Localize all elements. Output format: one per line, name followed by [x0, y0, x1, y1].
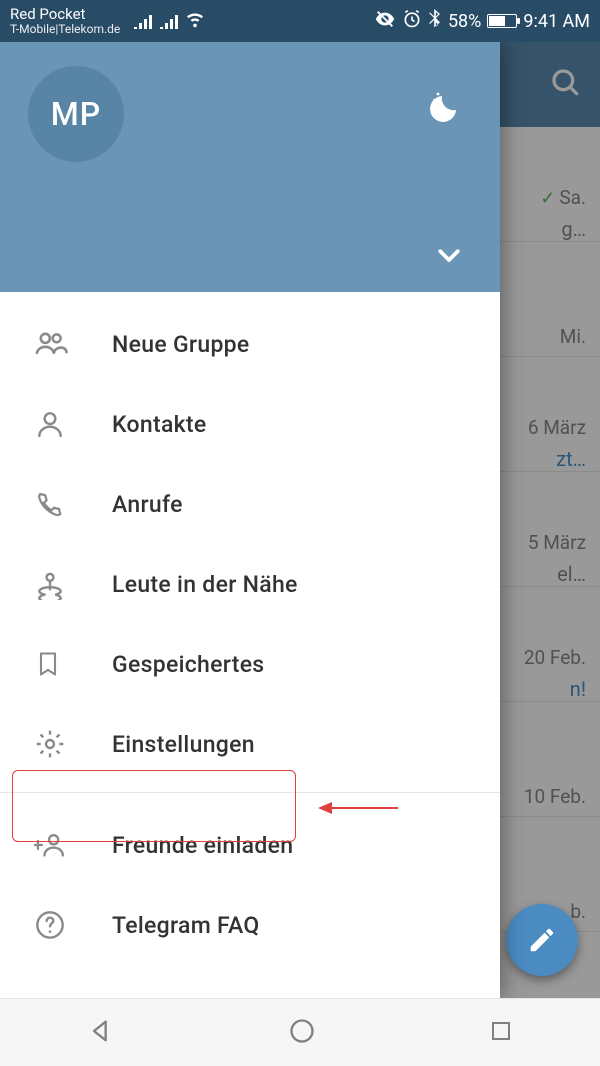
call-icon: [34, 489, 112, 519]
nav-back-icon[interactable]: [87, 1017, 115, 1049]
help-icon: [34, 909, 112, 941]
drawer-item-label: Freunde einladen: [112, 832, 293, 859]
drawer-item-nearby[interactable]: Leute in der Nähe: [0, 544, 500, 624]
pencil-icon: [527, 925, 557, 955]
drawer-item-call[interactable]: Anrufe: [0, 464, 500, 544]
status-bar: Red Pocket T-Mobile|Telekom.de 58% 9:41 …: [0, 0, 600, 42]
drawer-item-label: Einstellungen: [112, 731, 255, 758]
wifi-icon: [186, 13, 206, 29]
drawer-item-label: Telegram FAQ: [112, 912, 260, 939]
contact-icon: [34, 408, 112, 440]
nav-recent-icon[interactable]: [489, 1019, 513, 1047]
nav-home-icon[interactable]: [288, 1017, 316, 1049]
navigation-drawer: MP Neue Gruppe Kontakte Anrufe Leute in der…: [0, 42, 500, 998]
battery-pct: 58%: [448, 11, 481, 32]
android-navbar: [0, 998, 600, 1066]
bluetooth-icon: [428, 9, 442, 34]
invite-icon: [34, 829, 112, 861]
drawer-item-label: Leute in der Nähe: [112, 571, 298, 598]
drawer-item-bookmark[interactable]: Gespeichertes: [0, 624, 500, 704]
status-time: 9:41 AM: [523, 11, 590, 32]
drawer-item-settings[interactable]: Einstellungen: [0, 704, 500, 784]
group-icon: [34, 327, 112, 361]
drawer-item-label: Kontakte: [112, 411, 207, 438]
avatar-initials: MP: [51, 95, 101, 133]
alarm-icon: [402, 9, 422, 34]
carrier-2: T-Mobile|Telekom.de: [10, 23, 120, 36]
drawer-item-label: Anrufe: [112, 491, 183, 518]
nearby-icon: [34, 568, 112, 600]
battery-icon: [487, 14, 517, 28]
compose-fab[interactable]: [506, 904, 578, 976]
annotation-arrow: [318, 800, 398, 820]
drawer-divider: [0, 792, 500, 793]
account-chevron-icon[interactable]: [434, 240, 464, 274]
night-mode-icon[interactable]: [428, 86, 468, 126]
bookmark-icon: [34, 648, 112, 680]
drawer-item-label: Gespeichertes: [112, 651, 264, 678]
drawer-item-label: Neue Gruppe: [112, 331, 250, 358]
carrier-1: Red Pocket: [10, 6, 120, 23]
drawer-header: MP: [0, 42, 500, 292]
drawer-item-invite[interactable]: Freunde einladen: [0, 805, 500, 885]
avatar[interactable]: MP: [28, 66, 124, 162]
signal-icons: [134, 13, 206, 29]
drawer-item-help[interactable]: Telegram FAQ: [0, 885, 500, 965]
settings-icon: [34, 728, 112, 760]
eye-icon: [374, 8, 396, 35]
drawer-item-group[interactable]: Neue Gruppe: [0, 304, 500, 384]
drawer-item-contact[interactable]: Kontakte: [0, 384, 500, 464]
